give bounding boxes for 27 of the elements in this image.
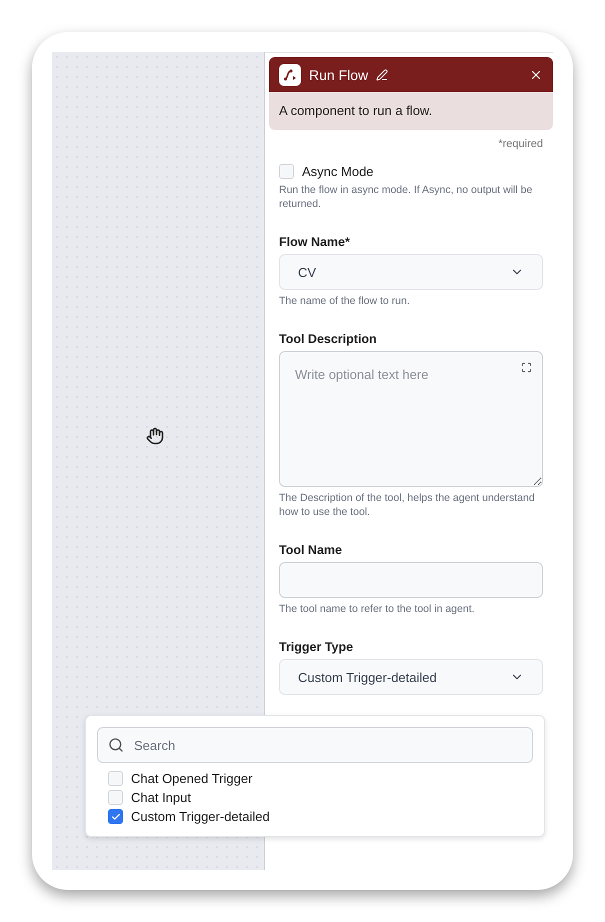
check-icon — [110, 812, 120, 822]
checkbox[interactable] — [108, 809, 123, 824]
field-label: Trigger Type — [279, 640, 354, 654]
panel-title: Run Flow — [309, 66, 368, 82]
field-label: Tool Name — [279, 543, 343, 557]
hand-cursor-icon — [146, 427, 164, 447]
expand-icon[interactable] — [521, 360, 532, 371]
field-hint: The tool name to refer to the tool in agent. — [279, 602, 476, 616]
field-label: Tool Description — [279, 332, 378, 346]
panel-description: A component to run a flow. — [269, 92, 553, 130]
field-hint: Run the flow in async mode. If Async, no output will be returned. — [279, 183, 534, 211]
input-field[interactable] — [279, 562, 543, 598]
option-label[interactable]: Chat Opened Trigger — [131, 771, 252, 786]
field-label: Flow Name* — [279, 235, 351, 249]
field-hint: The Description of the tool, helps the agent understand how to use the tool. — [279, 491, 536, 519]
text-area[interactable]: Write optional text here — [279, 351, 543, 487]
select-field[interactable]: Custom Trigger-detailed — [279, 659, 543, 695]
checkbox-label: Async Mode — [302, 164, 374, 179]
search-icon — [108, 737, 124, 753]
option-label[interactable]: Custom Trigger-detailed — [131, 809, 270, 824]
field-hint: The name of the flow to run. — [279, 294, 411, 308]
search-field[interactable]: Search — [97, 727, 533, 763]
edit-icon[interactable] — [376, 68, 388, 80]
option-label[interactable]: Chat Input — [131, 790, 191, 805]
required-note: *required — [497, 138, 543, 150]
flow-logo-icon — [279, 64, 301, 86]
select-field[interactable]: CV — [279, 254, 543, 290]
